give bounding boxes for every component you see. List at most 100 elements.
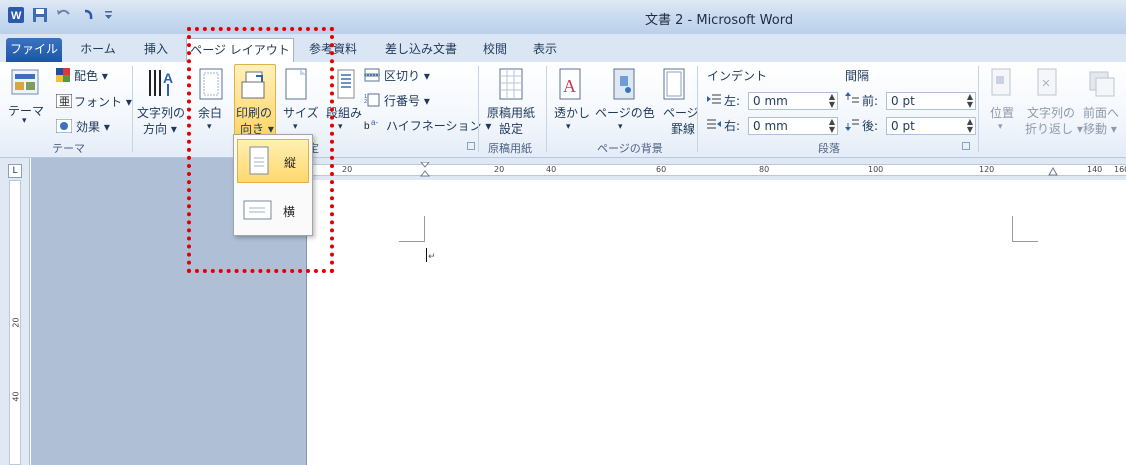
spacing-before-input[interactable]: 0 pt ▲ ▼ (886, 92, 976, 110)
svg-text:A: A (563, 76, 576, 96)
customize-qat-icon[interactable] (104, 7, 120, 23)
indent-right-value: 0 mm (753, 119, 788, 133)
line-numbers-button[interactable]: 行番号 ▾ (384, 92, 430, 109)
redo-icon[interactable] (80, 7, 96, 23)
svg-text:a-: a- (371, 118, 378, 127)
themes-dropdown-arrow: ▾ (22, 116, 27, 126)
effects-button[interactable]: 効果 ▾ (76, 118, 110, 135)
page-setup-launcher-icon[interactable] (467, 142, 475, 150)
indent-right-icon (707, 118, 721, 133)
indent-left-input[interactable]: 0 mm ▲ ▼ (748, 92, 838, 110)
tab-selector-icon[interactable]: L (8, 164, 22, 178)
save-icon[interactable] (32, 7, 48, 23)
group-label-theme: テーマ (52, 142, 85, 155)
hruler-tick: 80 (759, 165, 770, 174)
spinner-arrows-icon[interactable]: ▲ ▼ (829, 93, 835, 109)
columns-dropdown-arrow: ▾ (338, 122, 343, 132)
indent-marker-icon[interactable] (419, 161, 431, 181)
tab-view[interactable]: 表示 (524, 38, 566, 62)
breaks-button[interactable]: 区切り ▾ (384, 67, 430, 84)
group-label-paragraph: 段落 (818, 142, 840, 155)
spinner-arrows-icon[interactable]: ▲ ▼ (829, 118, 835, 134)
spacing-after-icon (845, 117, 859, 134)
spacing-before-value: 0 pt (891, 94, 915, 108)
indent-right-input[interactable]: 0 mm ▲ ▼ (748, 117, 838, 135)
hruler-tick: 160 (1114, 165, 1126, 174)
hyphenation-icon: b a- (364, 118, 382, 135)
group-label-genko: 原稿用紙 (488, 142, 532, 155)
spacing-after-label: 後: (862, 119, 879, 133)
genko-settings-button[interactable]: 原稿用紙 (487, 104, 535, 121)
margin-corner-marker (399, 216, 425, 242)
spinner-arrows-icon[interactable]: ▲ ▼ (967, 93, 973, 109)
quick-access-toolbar: W (8, 7, 120, 23)
wrap-text-button[interactable]: 文字列の (1027, 104, 1075, 121)
group-separator (546, 66, 547, 152)
undo-icon[interactable] (56, 7, 72, 23)
position-dropdown-arrow: ▾ (998, 122, 1003, 132)
wrap-text-label-2: 折り返し ▾ (1025, 122, 1083, 136)
spacing-after-value: 0 pt (891, 119, 915, 133)
bring-forward-button[interactable]: 前面へ (1083, 104, 1119, 121)
columns-icon (332, 68, 362, 100)
hruler-tick: 40 (546, 165, 557, 174)
bring-forward-icon (1086, 68, 1116, 100)
position-button[interactable]: 位置 (990, 104, 1014, 121)
breaks-icon (364, 68, 380, 85)
bring-forward-label-2: 移動 ▾ (1083, 122, 1117, 136)
svg-text:A: A (163, 70, 173, 86)
word-logo-icon: W (8, 7, 24, 23)
page-color-dropdown-arrow: ▾ (618, 122, 623, 132)
page-borders-button[interactable]: ページ (663, 104, 699, 121)
group-separator (697, 66, 698, 152)
colors-icon (56, 68, 70, 85)
text-direction-button[interactable]: 文字列の (137, 104, 185, 121)
hruler-tick: 60 (656, 165, 667, 174)
position-icon (990, 68, 1020, 100)
spacing-before-icon (845, 92, 859, 109)
svg-text:W: W (11, 10, 22, 22)
hruler-tick: 100 (868, 165, 884, 174)
tab-mailings[interactable]: 差し込み文書 (376, 38, 466, 62)
window-title: 文書 2 - Microsoft Word (645, 13, 794, 28)
watermark-button[interactable]: 透かし (554, 104, 590, 121)
tab-home[interactable]: ホーム (70, 38, 126, 62)
group-separator (478, 66, 479, 152)
spacing-after-input[interactable]: 0 pt ▲ ▼ (886, 117, 976, 135)
page-borders-icon (662, 68, 692, 100)
page-borders-label-2: 罫線 (671, 122, 696, 136)
tab-review[interactable]: 校閲 (474, 38, 516, 62)
right-indent-marker-icon[interactable] (1048, 166, 1058, 180)
group-separator (132, 66, 133, 152)
wrap-text-icon (1036, 68, 1066, 100)
fonts-icon: 亜 (55, 93, 73, 111)
page-color-button[interactable]: ページの色 (595, 104, 655, 121)
effects-icon (55, 118, 73, 136)
tab-file[interactable]: ファイル (6, 38, 62, 62)
spinner-arrows-icon[interactable]: ▲ ▼ (967, 118, 973, 134)
hruler-tick: 140 (1087, 165, 1103, 174)
ribbon: テーマ ▾ 配色 ▾ 亜 フォント ▾ 効果 ▾ テーマ A 文字列の 方向 ▾… (0, 62, 1126, 158)
group-separator (978, 66, 979, 152)
vruler-tick: 20 (11, 317, 21, 328)
genko-paper-icon (498, 68, 528, 100)
themes-button[interactable] (10, 68, 40, 101)
svg-text:亜: 亜 (59, 95, 70, 108)
spacing-before-label: 前: (862, 94, 879, 108)
spacing-heading: 間隔 (845, 69, 870, 83)
svg-text:2: 2 (364, 99, 367, 105)
line-numbers-icon: 12 (364, 93, 380, 110)
colors-button[interactable]: 配色 ▾ (74, 67, 108, 84)
hruler-tick: 20 (494, 165, 505, 174)
document-page[interactable]: ↵ (306, 180, 1126, 465)
text-direction-label-2: 方向 ▾ (143, 122, 177, 136)
fonts-button[interactable]: フォント ▾ (74, 93, 132, 110)
paragraph-launcher-icon[interactable] (962, 142, 970, 150)
tab-insert[interactable]: 挿入 (134, 38, 178, 62)
margin-corner-marker (1012, 216, 1038, 242)
hyphenation-button[interactable]: ハイフネーション ▾ (386, 117, 491, 134)
hruler-tick: 120 (979, 165, 995, 174)
ribbon-tab-bar: ファイル ホーム 挿入 ページ レイアウト 参考資料 差し込み文書 校閲 表示 (0, 34, 1126, 62)
horizontal-ruler: 20 20 40 60 80 100 120 140 160 (306, 158, 1126, 180)
text-direction-icon: A (146, 66, 176, 105)
